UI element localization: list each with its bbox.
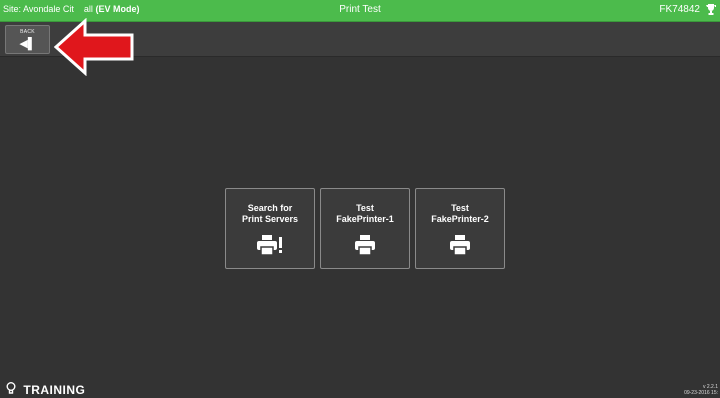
- tile-label: Search for Print Servers: [226, 203, 314, 225]
- back-icon: ◀▌: [19, 38, 36, 50]
- tile-label: Test FakePrinter-1: [321, 203, 409, 225]
- build-date: 09-23-2016 15:: [684, 390, 718, 396]
- back-button-label: BACK: [20, 29, 35, 35]
- back-button[interactable]: BACK ◀▌: [5, 25, 50, 54]
- test-fakeprinter-1-button[interactable]: Test FakePrinter-1: [320, 188, 410, 269]
- tile-label-line1: Test: [451, 203, 469, 213]
- version-info: v 2.2.1 09-23-2016 15:: [684, 384, 718, 396]
- printer-icon: [355, 235, 375, 260]
- tile-label-line2: FakePrinter-2: [431, 214, 489, 224]
- lightbulb-icon: [6, 382, 20, 398]
- training-label: TRAINING: [23, 383, 86, 397]
- tile-label-line2: Print Servers: [241, 214, 299, 224]
- search-print-servers-button[interactable]: Search for Print Servers: [225, 188, 315, 269]
- printer-alert-icon: [257, 235, 283, 260]
- tile-label-line1: Test: [356, 203, 374, 213]
- test-fakeprinter-2-button[interactable]: Test FakePrinter-2: [415, 188, 505, 269]
- tile-label-line1: Search for: [247, 203, 293, 213]
- printer-icon: [450, 235, 470, 260]
- tile-label: Test FakePrinter-2: [416, 203, 504, 225]
- page-title: Print Test: [339, 4, 381, 15]
- device-id: FK74842: [659, 4, 700, 15]
- trophy-icon: [706, 4, 716, 18]
- tile-label-line2: FakePrinter-1: [336, 214, 394, 224]
- training-indicator: TRAINING: [6, 382, 85, 398]
- red-arrow-annotation: [54, 18, 134, 76]
